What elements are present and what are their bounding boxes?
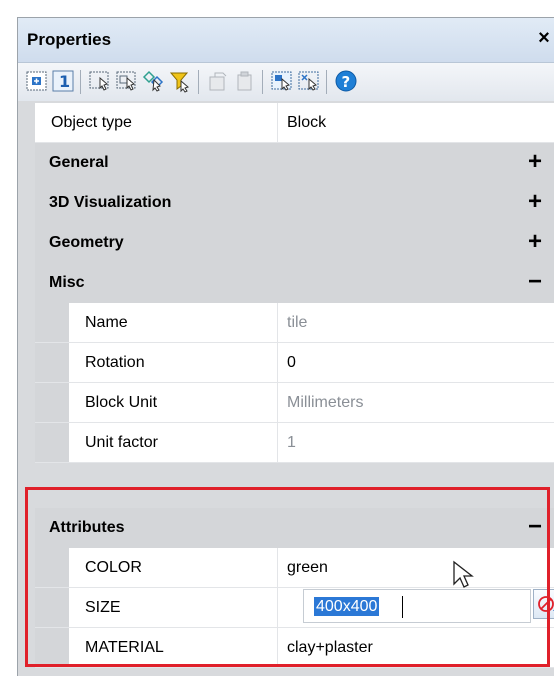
svg-text:1: 1 — [59, 72, 70, 91]
column-divider — [277, 103, 278, 142]
property-key: Block Unit — [85, 394, 158, 411]
select-similar-icon[interactable] — [115, 69, 139, 93]
misc-row-unit-factor: Unit factor 1 — [35, 423, 554, 463]
section-misc[interactable]: Misc − — [35, 263, 554, 303]
collapse-icon[interactable]: − — [524, 513, 546, 541]
property-key: COLOR — [85, 559, 142, 576]
section-geometry[interactable]: Geometry + — [35, 223, 554, 263]
section-general-label: General — [49, 154, 109, 171]
section-general[interactable]: General + — [35, 143, 554, 183]
section-misc-label: Misc — [49, 274, 85, 291]
mouse-cursor-icon — [453, 560, 474, 588]
property-key: MATERIAL — [85, 639, 164, 656]
property-value[interactable]: tile — [287, 314, 307, 332]
misc-row-name: Name tile — [35, 303, 554, 343]
panel-title: Properties — [27, 30, 112, 49]
object-type-label: Object type — [51, 114, 132, 131]
expand-icon[interactable]: + — [524, 228, 546, 256]
toolbar-separator — [326, 70, 327, 94]
column-divider — [277, 383, 278, 422]
property-value[interactable]: Millimeters — [287, 394, 363, 412]
no-entry-icon — [538, 596, 554, 612]
deselect-block-icon[interactable] — [297, 69, 321, 93]
column-divider — [277, 343, 278, 382]
object-type-row: Object type Block — [35, 103, 554, 143]
section-attributes-label: Attributes — [49, 519, 125, 536]
misc-row-block-unit: Block Unit Millimeters — [35, 383, 554, 423]
collapse-icon[interactable]: − — [524, 268, 546, 296]
section-geometry-label: Geometry — [49, 234, 124, 251]
column-divider — [277, 548, 278, 587]
copy-properties-icon[interactable] — [206, 69, 230, 93]
property-value[interactable]: 1 — [287, 434, 296, 452]
column-divider — [277, 588, 278, 627]
size-value-input[interactable]: 400x400 — [303, 589, 531, 623]
misc-row-rotation: Rotation 0 — [35, 343, 554, 383]
close-icon[interactable]: × — [535, 27, 553, 50]
section-3d-visualization[interactable]: 3D Visualization + — [35, 183, 554, 223]
quick-select-1-icon[interactable]: 1 — [51, 69, 75, 93]
expand-icon[interactable]: + — [524, 148, 546, 176]
select-objects-icon[interactable] — [88, 69, 112, 93]
object-type-value[interactable]: Block — [287, 114, 326, 132]
svg-text:?: ? — [342, 73, 351, 91]
paste-properties-icon[interactable] — [233, 69, 257, 93]
property-key: Name — [85, 314, 128, 331]
text-caret — [402, 596, 403, 618]
attribute-row-color: COLOR green — [35, 548, 554, 588]
select-block-icon[interactable] — [270, 69, 294, 93]
column-divider — [277, 303, 278, 342]
column-divider — [277, 423, 278, 462]
attribute-row-material: MATERIAL clay+plaster — [35, 628, 554, 668]
pick-value-button[interactable] — [533, 589, 554, 619]
property-key: Rotation — [85, 354, 145, 371]
section-attributes[interactable]: Attributes − — [35, 508, 554, 548]
help-icon[interactable]: ? — [334, 69, 358, 93]
property-value[interactable]: green — [287, 559, 328, 577]
panel-titlebar: Properties × — [18, 18, 554, 63]
property-value[interactable]: clay+plaster — [287, 639, 373, 657]
attribute-row-size: SIZE 400x400 — [35, 588, 554, 628]
property-key: Unit factor — [85, 434, 158, 451]
toolbar-separator — [80, 70, 81, 94]
toolbar-separator — [262, 70, 263, 94]
section-3d-visualization-label: 3D Visualization — [49, 194, 172, 211]
expand-icon[interactable]: + — [524, 188, 546, 216]
filter-icon[interactable] — [168, 69, 192, 93]
column-divider — [277, 628, 278, 667]
property-key: SIZE — [85, 599, 121, 616]
toolbar-separator — [198, 70, 199, 94]
toolbar: 1 ? — [18, 63, 554, 101]
property-value[interactable]: 0 — [287, 354, 296, 372]
select-all-icon[interactable] — [141, 69, 165, 93]
selected-text: 400x400 — [314, 597, 380, 616]
toggle-pickadd-icon[interactable] — [25, 69, 49, 93]
